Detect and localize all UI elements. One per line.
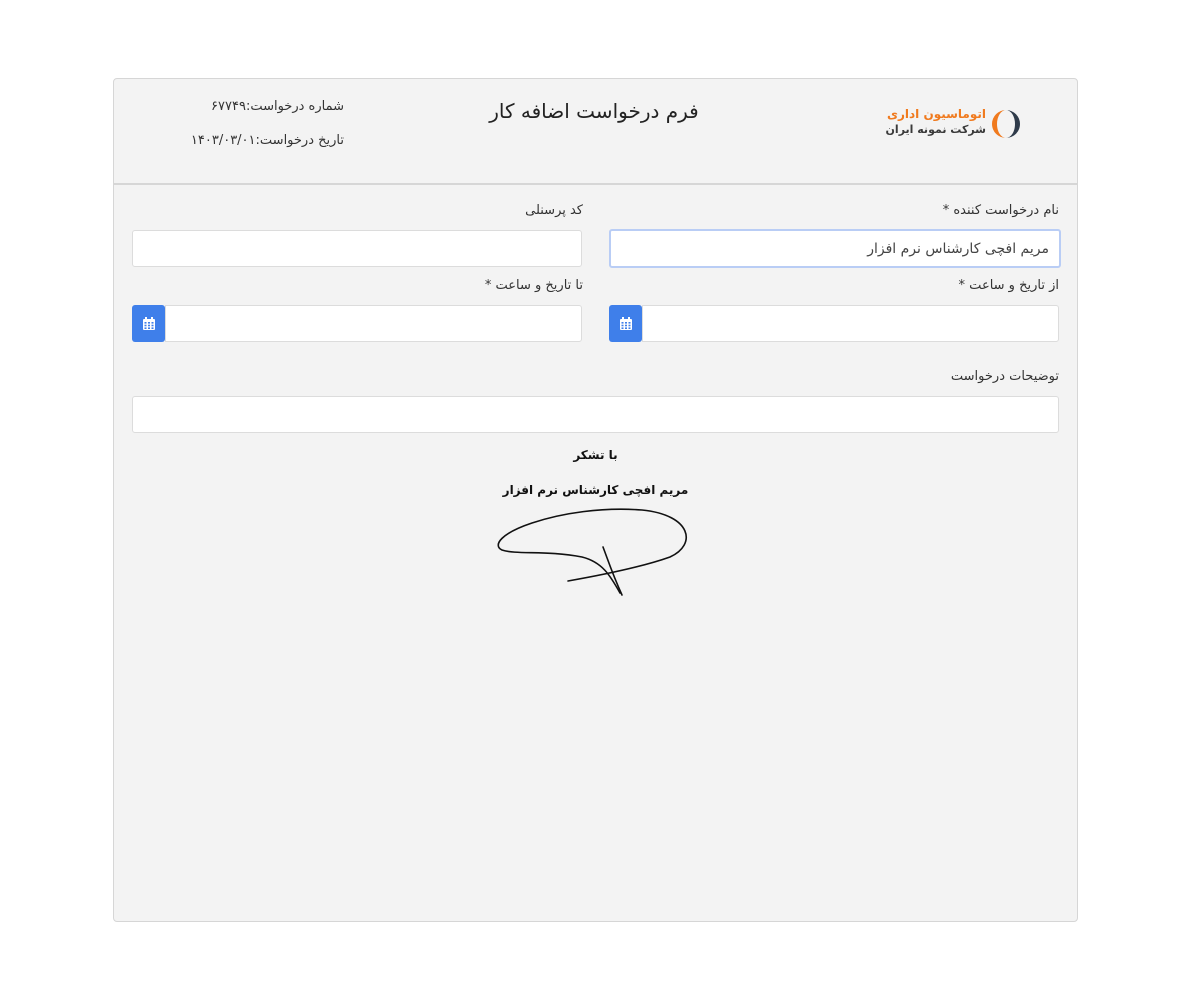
thanks-text: با تشکر [573, 448, 618, 462]
form-body: نام درخواست کننده * کد پرسنلی از تاریخ و… [113, 184, 1078, 922]
calendar-icon [142, 316, 155, 330]
requester-input[interactable] [609, 229, 1061, 268]
request-date: تاریخ درخواست:۱۴۰۳/۰۳/۰۱ [190, 133, 344, 148]
request-info: شماره درخواست:۶۷۷۴۹ تاریخ درخواست:۱۴۰۳/۰… [144, 97, 344, 165]
personnel-code-input[interactable] [132, 230, 582, 267]
company-logo: اتوماسیون اداری شرکت نمونه ایران [886, 105, 1024, 145]
requester-label: نام درخواست کننده * [942, 203, 1059, 218]
from-datetime-label: از تاریخ و ساعت * [958, 278, 1059, 293]
description-label: توضیحات درخواست [950, 369, 1059, 384]
logo-subtitle: شرکت نمونه ایران [885, 123, 986, 136]
signature-image [497, 508, 687, 596]
logo-title: اتوماسیون اداری [886, 107, 986, 121]
request-number: شماره درخواست:۶۷۷۴۹ [211, 99, 344, 114]
form-header: اتوماسیون اداری شرکت نمونه ایران فرم درخ… [113, 78, 1078, 184]
signer-name: مریم افچی کارشناس نرم افزار [502, 483, 689, 497]
to-calendar-button[interactable] [132, 305, 165, 342]
to-datetime-input[interactable] [165, 305, 582, 342]
personnel-code-label: کد پرسنلی [525, 203, 583, 218]
calendar-icon [619, 316, 632, 330]
from-calendar-button[interactable] [609, 305, 642, 342]
from-datetime-input[interactable] [642, 305, 1059, 342]
to-datetime-label: تا تاریخ و ساعت * [484, 278, 583, 293]
page-title: فرم درخواست اضافه کار [489, 99, 699, 123]
logo-ring-icon [992, 110, 1020, 138]
description-input[interactable] [132, 396, 1059, 433]
